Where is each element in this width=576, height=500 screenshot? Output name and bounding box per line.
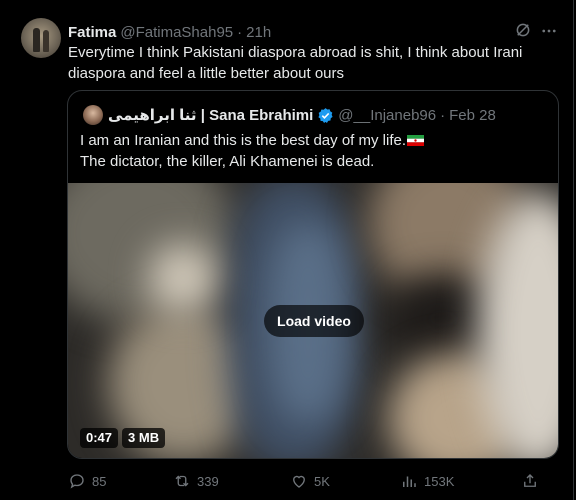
separator-dot: · [237,23,243,41]
quoted-author-avatar[interactable] [83,105,103,125]
quoted-text-line-1: I am an Iranian and this is the best day… [80,132,407,149]
reply-icon [70,474,84,489]
quoted-tweet-date[interactable]: Feb 28 [449,107,496,124]
quoted-author-handle[interactable]: @__Injaneb96 [338,107,436,124]
like-count: 5K [314,473,330,489]
heart-icon [293,475,305,488]
video-player[interactable]: Load video 0:47 3 MB [68,183,558,458]
repost-button[interactable]: 339 [173,472,219,490]
tweet-time[interactable]: 21h [246,24,271,41]
quoted-text-line-2: The dictator, the killer, Ali Khamenei i… [80,153,375,170]
load-video-button[interactable]: Load video [264,305,364,337]
video-size: 3 MB [122,428,166,448]
video-badges: 0:47 3 MB [80,428,166,448]
tweet-container[interactable]: Fatima @FatimaShah95 · 21h Everytime I t… [0,0,574,500]
quoted-author-name[interactable]: ثنا ابراهیمی | Sana Ebrahimi [108,106,313,124]
quoted-tweet[interactable]: ثنا ابراهیمی | Sana Ebrahimi @__Injaneb9… [67,90,559,459]
reply-button[interactable]: 85 [68,472,106,490]
verified-badge-icon [318,107,333,123]
reply-count: 85 [92,473,107,489]
video-duration: 0:47 [80,428,119,448]
repost-count: 339 [197,473,219,489]
quoted-tweet-header: ثنا ابراهیمی | Sana Ebrahimi @__Injaneb9… [108,105,496,125]
repost-icon [175,475,189,487]
view-count: 153K [424,473,455,489]
author-handle[interactable]: @FatimaShah95 [120,24,233,41]
more-options-icon[interactable] [540,22,558,40]
grok-icon[interactable] [514,21,532,39]
share-icon [524,474,536,487]
author-avatar[interactable] [21,18,61,58]
action-bar: 85 339 5K 153K [68,472,558,492]
tweet-header: Fatima @FatimaShah95 · 21h [68,22,271,42]
like-button[interactable]: 5K [290,472,330,490]
separator-dot: · [440,106,446,124]
tweet-text: Everytime I think Pakistani diaspora abr… [68,44,523,82]
share-button[interactable] [521,472,539,490]
views-chart-icon [403,476,416,487]
quoted-tweet-text: I am an Iranian and this is the best day… [80,130,550,172]
views-button[interactable]: 153K [400,472,454,490]
iran-flag-icon [407,135,425,146]
author-name[interactable]: Fatima [68,24,116,41]
